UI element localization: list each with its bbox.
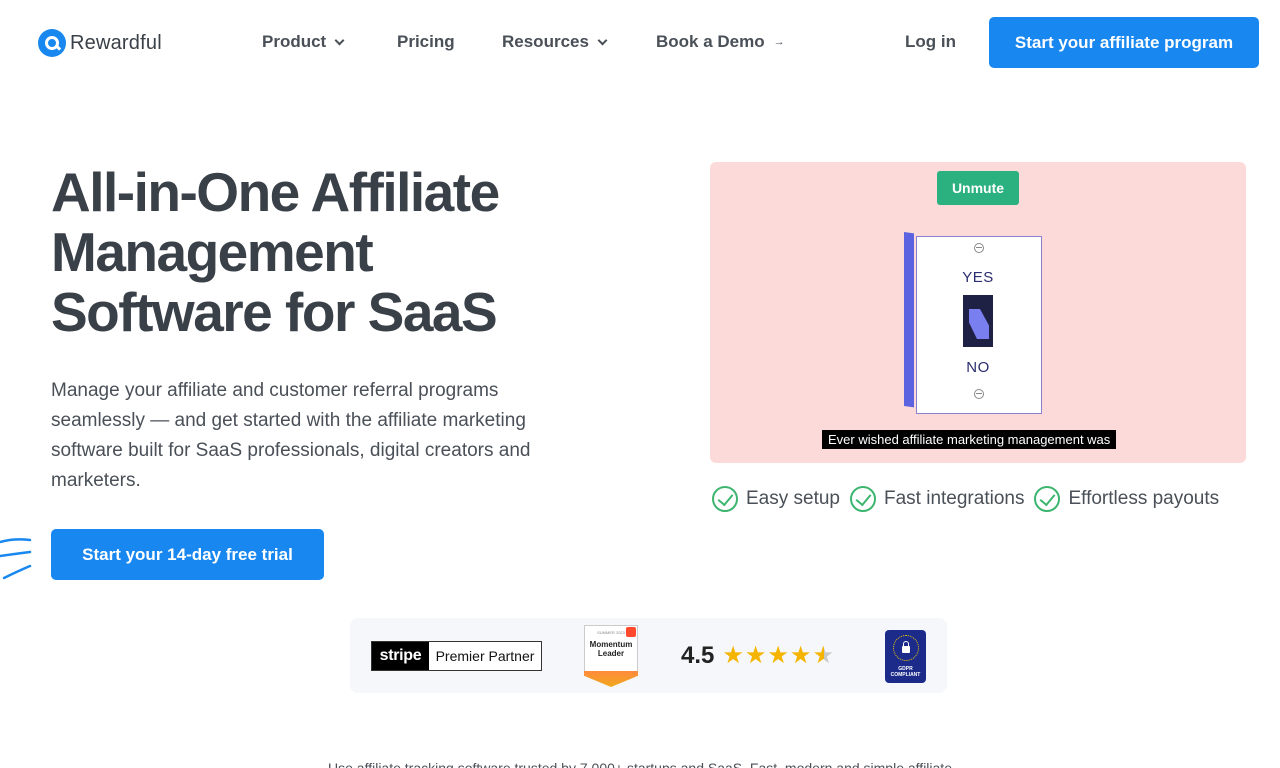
eu-stars-circle bbox=[892, 635, 919, 661]
top-navigation: Rewardful Product Pricing Resources Book… bbox=[0, 0, 1280, 84]
light-switch-illustration: YES NO bbox=[904, 232, 1044, 414]
star-icon: ★ bbox=[722, 642, 744, 669]
rating-badge: 4.5 ★ ★ ★ ★ ★ bbox=[681, 642, 834, 670]
feature-label: Fast integrations bbox=[884, 488, 1025, 509]
g2-season: SUMMER 2023 bbox=[597, 630, 625, 635]
g2-title-line-2: Leader bbox=[597, 649, 625, 658]
brand-logo[interactable]: Rewardful bbox=[38, 29, 162, 57]
title-line-3: Software for SaaS bbox=[51, 281, 498, 343]
brand-name: Rewardful bbox=[70, 31, 162, 54]
g2-ribbon bbox=[584, 671, 638, 687]
start-affiliate-program-button[interactable]: Start your affiliate program bbox=[989, 17, 1259, 68]
stripe-partner-label: Premier Partner bbox=[435, 648, 535, 664]
title-line-1: All-in-One Affiliate bbox=[51, 161, 500, 223]
login-link[interactable]: Log in bbox=[905, 32, 956, 52]
feature-label: Easy setup bbox=[746, 488, 840, 509]
rating-value: 4.5 bbox=[681, 642, 715, 669]
switch-plate: YES NO bbox=[916, 236, 1042, 414]
nav-product-label: Product bbox=[262, 32, 327, 51]
feature-item: Effortless payouts bbox=[1034, 486, 1219, 512]
g2-momentum-badge: SUMMER 2023 Momentum Leader bbox=[584, 625, 638, 687]
page-title: All-in-One Affiliate Management Software… bbox=[51, 162, 611, 342]
nav-book-demo[interactable]: Book a Demo → bbox=[656, 32, 785, 52]
switch-side bbox=[904, 232, 914, 408]
g2-title: Momentum Leader bbox=[590, 640, 633, 658]
g2-title-line-1: Momentum bbox=[589, 640, 633, 649]
switch-lever bbox=[969, 309, 989, 339]
nav-resources-label: Resources bbox=[502, 32, 589, 51]
feature-item: Fast integrations bbox=[850, 486, 1024, 512]
gdpr-line-2: COMPLIANT bbox=[890, 672, 921, 678]
feature-label: Effortless payouts bbox=[1068, 488, 1220, 509]
lock-icon bbox=[901, 641, 910, 653]
nav-resources[interactable]: Resources bbox=[502, 32, 608, 52]
title-line-2: Management bbox=[51, 221, 374, 283]
bottom-tagline: Use affiliate tracking software trusted … bbox=[328, 760, 952, 768]
star-rating: ★ ★ ★ ★ ★ bbox=[722, 644, 834, 668]
hero-subtitle: Manage your affiliate and customer refer… bbox=[51, 380, 531, 491]
star-half-icon: ★ bbox=[812, 642, 834, 669]
nav-pricing[interactable]: Pricing bbox=[397, 32, 455, 52]
stripe-partner-badge: stripe Premier Partner bbox=[371, 641, 542, 671]
switch-yes-label: YES bbox=[962, 269, 994, 286]
rewardful-logo-icon bbox=[38, 29, 66, 57]
g2-badge-body: SUMMER 2023 Momentum Leader bbox=[584, 625, 638, 673]
star-icon: ★ bbox=[767, 642, 789, 669]
gdpr-badge: GDPR COMPLIANT bbox=[885, 630, 926, 683]
star-icon: ★ bbox=[789, 642, 812, 669]
feature-item: Easy setup bbox=[712, 486, 840, 512]
unmute-button[interactable]: Unmute bbox=[937, 171, 1019, 205]
hero-video[interactable]: Unmute YES NO Ever wished affiliate mark… bbox=[710, 162, 1246, 463]
switch-toggle bbox=[963, 295, 993, 347]
video-caption: Ever wished affiliate marketing manageme… bbox=[822, 430, 1117, 449]
check-circle-icon bbox=[1034, 486, 1061, 512]
check-circle-icon bbox=[850, 486, 876, 512]
nav-pricing-label: Pricing bbox=[397, 32, 455, 51]
start-free-trial-button[interactable]: Start your 14-day free trial bbox=[51, 529, 324, 580]
g2-logo-icon bbox=[626, 627, 636, 637]
star-icon: ★ bbox=[744, 642, 767, 669]
scribble-decoration-icon bbox=[0, 538, 32, 580]
chevron-down-icon bbox=[334, 35, 345, 45]
screw-icon bbox=[974, 243, 984, 253]
switch-no-label: NO bbox=[966, 359, 990, 376]
arrow-right-icon: → bbox=[773, 36, 785, 48]
trust-badges: stripe Premier Partner SUMMER 2023 Momen… bbox=[350, 618, 947, 693]
gdpr-label: GDPR COMPLIANT bbox=[891, 666, 921, 678]
screw-icon bbox=[974, 389, 984, 399]
nav-book-demo-label: Book a Demo bbox=[656, 32, 765, 51]
nav-product[interactable]: Product bbox=[262, 32, 345, 52]
chevron-down-icon bbox=[597, 35, 608, 45]
feature-list: Easy setup Fast integrations Effortless … bbox=[712, 486, 1219, 512]
check-circle-icon bbox=[712, 486, 738, 512]
stripe-logo: stripe bbox=[372, 642, 429, 670]
switch-plate-inner: YES NO bbox=[919, 239, 1037, 407]
